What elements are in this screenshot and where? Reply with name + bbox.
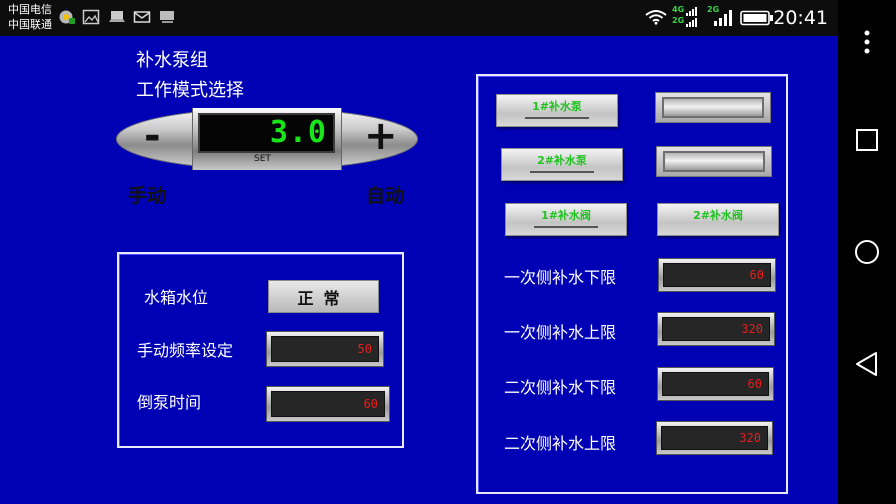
app-screen: 补水泵组 工作模式选择 - + 3.0 SET 手动 自动 水箱水位 正常 手动…	[0, 36, 838, 504]
set-label: SET	[254, 154, 271, 164]
status-bar: 中国电信 中国联通 4G 2G 2G 20:41	[0, 0, 838, 36]
sync-icon	[59, 10, 75, 24]
valve2-button[interactable]: 2#补水阀	[657, 203, 779, 236]
more-icon	[864, 30, 870, 54]
pump1-bar	[525, 117, 589, 119]
valve1-label: 1#补水阀	[541, 209, 591, 222]
mode-spinner: - + 3.0 SET	[116, 108, 418, 170]
primary-lower-limit-label: 一次侧补水下限	[504, 268, 617, 287]
secondary-lower-limit-label: 二次侧补水下限	[504, 378, 617, 397]
primary-upper-limit-label: 一次侧补水上限	[504, 323, 617, 342]
recent-apps-icon	[856, 129, 878, 151]
mail-icon	[133, 11, 151, 23]
primary-upper-limit-input[interactable]: 320	[657, 312, 775, 346]
secondary-lower-limit-input[interactable]: 60	[657, 367, 774, 401]
switch-time-input[interactable]: 60	[266, 386, 390, 422]
laptop-icon	[109, 11, 125, 22]
carrier-line-2: 中国联通	[8, 18, 52, 31]
manual-mode-label: 手动	[128, 185, 167, 207]
primary-lower-limit-input[interactable]: 60	[658, 258, 776, 292]
water-level-status: 正常	[268, 280, 379, 313]
navigation-bar	[838, 0, 896, 504]
network-type-2: 2G	[672, 16, 685, 25]
home-button[interactable]	[838, 230, 896, 274]
carrier-info: 中国电信 中国联通	[8, 2, 52, 32]
pump1-indicator	[655, 92, 771, 123]
secondary-upper-limit-input[interactable]: 320	[656, 421, 773, 455]
back-icon	[856, 352, 877, 376]
water-level-label: 水箱水位	[144, 288, 209, 307]
battery-icon	[740, 10, 773, 26]
recent-apps-button[interactable]	[838, 118, 896, 162]
clock: 20:41	[773, 7, 828, 29]
secondary-lower-limit-value: 60	[662, 372, 769, 396]
secondary-upper-limit-label: 二次侧补水上限	[504, 434, 617, 453]
manual-freq-value: 50	[271, 336, 379, 362]
monitor-icon	[160, 11, 174, 23]
valve1-bar	[534, 226, 598, 228]
auto-mode-label: 自动	[366, 185, 405, 207]
mode-value-display: 3.0	[198, 113, 335, 153]
manual-freq-input[interactable]: 50	[266, 331, 384, 367]
increment-button[interactable]: +	[364, 114, 398, 158]
pump2-indicator	[656, 146, 772, 177]
carrier-line-1: 中国电信	[8, 3, 52, 16]
primary-lower-limit-value: 60	[663, 263, 771, 287]
network-type-1: 4G	[672, 5, 685, 14]
mode-title: 工作模式选择	[136, 80, 244, 101]
signal-strength-icon	[714, 10, 732, 26]
home-icon	[855, 240, 879, 264]
group-title: 补水泵组	[136, 50, 208, 71]
pump2-button[interactable]: 2#补水泵	[501, 148, 623, 181]
more-button[interactable]	[838, 20, 896, 64]
decrement-button[interactable]: -	[144, 114, 161, 158]
wifi-icon	[645, 10, 667, 25]
pump1-label: 1#补水泵	[532, 100, 582, 113]
manual-freq-label: 手动频率设定	[137, 341, 234, 360]
secondary-upper-limit-value: 320	[661, 426, 768, 450]
pump1-button[interactable]: 1#补水泵	[496, 94, 618, 127]
back-button[interactable]	[838, 342, 896, 386]
image-icon	[82, 9, 100, 25]
primary-upper-limit-value: 320	[662, 317, 770, 341]
switch-time-label: 倒泵时间	[137, 393, 202, 412]
signal-icon	[686, 7, 697, 27]
pump2-bar	[530, 171, 594, 173]
valve2-label: 2#补水阀	[693, 209, 743, 222]
switch-time-value: 60	[271, 391, 385, 417]
valve1-button[interactable]: 1#补水阀	[505, 203, 627, 236]
pump2-label: 2#补水泵	[537, 154, 587, 167]
